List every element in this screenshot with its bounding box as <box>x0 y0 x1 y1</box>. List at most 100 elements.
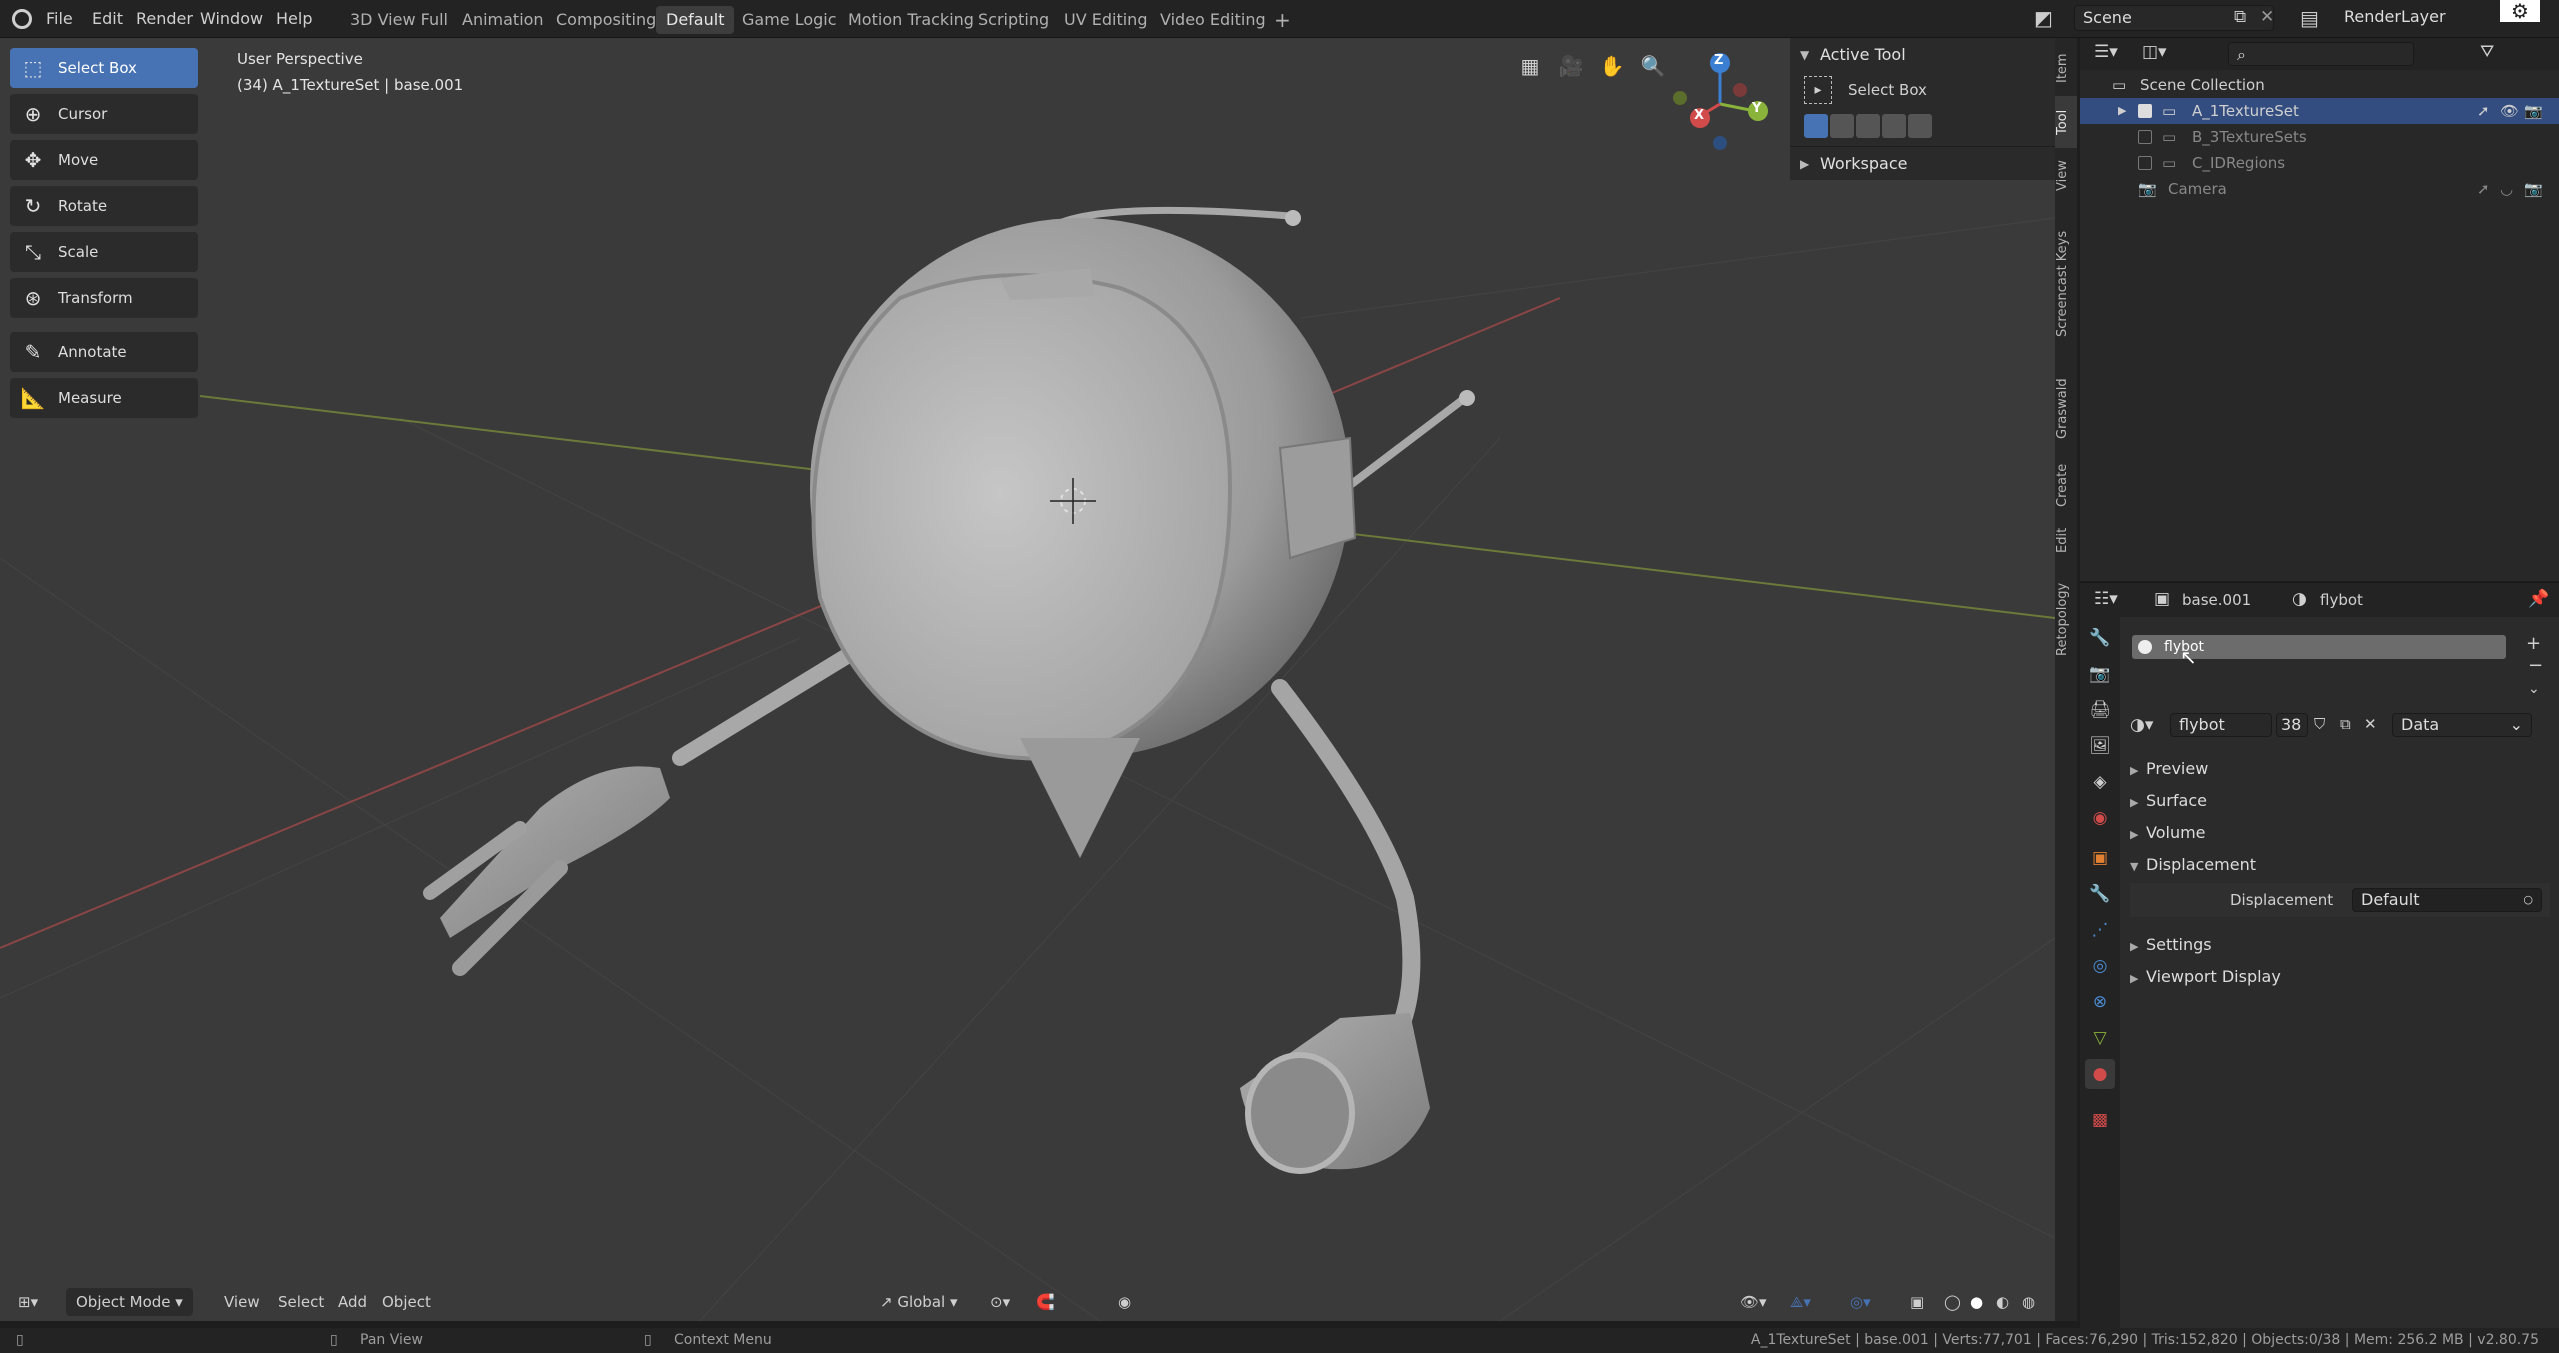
tab-animation[interactable]: Animation <box>452 6 554 34</box>
fake-user-shield-icon[interactable]: ⛉ <box>2314 715 2325 733</box>
menu-add[interactable]: Add <box>338 1283 367 1321</box>
menu-edit[interactable]: Edit <box>92 0 123 38</box>
tab-scripting[interactable]: Scripting <box>968 6 1059 34</box>
constraints-icon[interactable]: ⊗ <box>2085 987 2115 1017</box>
particles-icon[interactable]: ⋰ <box>2085 915 2115 945</box>
outliner-search-input[interactable]: ⌕ <box>2228 42 2414 66</box>
menu-window[interactable]: Window <box>200 0 263 38</box>
tab-video-editing[interactable]: Video Editing <box>1150 6 1276 34</box>
add-workspace-button[interactable]: + <box>1264 6 1301 34</box>
duplicate-icon[interactable]: ⧉ <box>2340 715 2351 733</box>
pan-hand-icon[interactable]: ✋ <box>1596 50 1628 82</box>
section-volume[interactable]: ▶ Volume <box>2130 818 2206 848</box>
tab-item[interactable]: Item <box>2055 42 2077 94</box>
view-layer-icon[interactable]: 🖼 <box>2085 731 2115 761</box>
tab-uv-editing[interactable]: UV Editing <box>1054 6 1157 34</box>
section-surface[interactable]: ▶ Surface <box>2130 786 2207 816</box>
section-viewport-display[interactable]: ▶ Viewport Display <box>2130 962 2281 992</box>
transform-orientation-dropdown[interactable]: ↗ Global ▾ <box>880 1283 958 1321</box>
camera-view-icon[interactable]: 🎥 <box>1555 50 1587 82</box>
remove-slot-icon[interactable]: − <box>2528 655 2543 676</box>
settings-gear-icon[interactable]: ⚙ <box>2500 0 2540 22</box>
section-displacement[interactable]: ▼ Displacement <box>2130 850 2256 880</box>
section-preview[interactable]: ▶ Preview <box>2130 754 2208 784</box>
world-icon[interactable]: ◉ <box>2085 803 2115 833</box>
link-dropdown[interactable]: Data ⌄ <box>2392 713 2532 737</box>
checkbox-icon[interactable] <box>2138 104 2152 118</box>
scene-icon[interactable]: ◈ <box>2085 767 2115 797</box>
pin-icon[interactable]: 📌 <box>2528 589 2549 609</box>
tab-default[interactable]: Default <box>656 6 735 34</box>
outliner-item-c-idregions[interactable]: ▭ C_IDRegions <box>2080 150 2559 176</box>
filter-icon[interactable]: ⛛ <box>2480 42 2494 62</box>
menu-file[interactable]: File <box>46 0 73 38</box>
delete-scene-icon[interactable]: ✕ <box>2260 7 2274 27</box>
add-slot-icon[interactable]: + <box>2526 633 2541 654</box>
grid-view-icon[interactable]: ▦ <box>1514 50 1546 82</box>
modifier-wrench-icon[interactable]: 🔧 <box>2085 879 2115 909</box>
menu-object[interactable]: Object <box>382 1283 431 1321</box>
tab-create[interactable]: Create <box>2055 454 2077 516</box>
outliner-item-camera[interactable]: 📷 Camera ➚ ◡ 📷 <box>2080 176 2559 202</box>
unlink-icon[interactable]: ✕ <box>2364 715 2377 733</box>
tab-edit[interactable]: Edit <box>2055 518 2077 562</box>
editor-type-icon[interactable]: ☰▾ <box>2094 42 2118 62</box>
outliner-item-b-3texturesets[interactable]: ▭ B_3TextureSets <box>2080 124 2559 150</box>
shading-material-icon[interactable]: ◐ <box>1996 1283 2009 1321</box>
mesh-data-icon[interactable]: ▽ <box>2085 1023 2115 1053</box>
tab-screencast-keys[interactable]: Screencast Keys <box>2055 204 2077 364</box>
tab-compositing[interactable]: Compositing <box>546 6 666 34</box>
active-tool-header[interactable]: ▼ Active Tool <box>1790 38 2055 72</box>
eye-icon[interactable]: 👁 <box>2500 98 2519 124</box>
outliner-item-a-1textureset[interactable]: ▶ ▭ A_1TextureSet ➚ 👁 📷 <box>2080 98 2559 124</box>
tab-graswald[interactable]: Graswald <box>2055 366 2077 452</box>
tool-annotate[interactable]: ✎ Annotate <box>10 332 198 372</box>
texture-icon[interactable]: ▩ <box>2085 1105 2115 1135</box>
select-arrow-icon[interactable]: ➚ <box>2477 176 2490 202</box>
editor-type-icon[interactable]: ☷▾ <box>2094 589 2118 609</box>
shading-wireframe-icon[interactable]: ◯ <box>1944 1283 1961 1321</box>
xray-icon[interactable]: ▣ <box>1910 1283 1924 1321</box>
tab-motion-tracking[interactable]: Motion Tracking <box>838 6 984 34</box>
tool-transform[interactable]: ⊛ Transform <box>10 278 198 318</box>
material-tab-icon[interactable]: ● <box>2085 1059 2115 1089</box>
menu-view[interactable]: View <box>224 1283 260 1321</box>
render-icon[interactable]: 📷 <box>2085 659 2115 689</box>
3d-viewport[interactable]: Z Y X ⬚ Select Box ⊕ Cursor ✥ Move ↻ Rotate … <box>0 38 2055 1321</box>
new-scene-icon[interactable]: ⧉ <box>2234 7 2246 27</box>
mode-subtract-icon[interactable] <box>1856 114 1880 138</box>
select-arrow-icon[interactable]: ➚ <box>2477 98 2490 124</box>
overlay-toggle-icon[interactable]: ◎▾ <box>1850 1283 1871 1321</box>
menu-help[interactable]: Help <box>276 0 312 38</box>
physics-icon[interactable]: ◎ <box>2085 951 2115 981</box>
pivot-icon[interactable]: ⊙▾ <box>990 1283 1010 1321</box>
tool-rotate[interactable]: ↻ Rotate <box>10 186 198 226</box>
checkbox-icon[interactable] <box>2138 130 2152 144</box>
user-count[interactable]: 38 <box>2276 713 2308 737</box>
view-layer-icon[interactable]: ▤ <box>2300 6 2319 30</box>
output-icon[interactable]: 🖨 <box>2085 695 2115 725</box>
workspace-header[interactable]: ▶ Workspace <box>1790 146 2055 180</box>
tab-tool[interactable]: Tool <box>2055 96 2077 148</box>
blender-logo-icon[interactable] <box>12 9 32 29</box>
mode-difference-icon[interactable] <box>1882 114 1906 138</box>
gizmo-toggle-icon[interactable]: ⟁▾ <box>1790 1283 1811 1321</box>
tool-measure[interactable]: 📐 Measure <box>10 378 198 418</box>
snap-icon[interactable]: 🧲 <box>1036 1283 1055 1321</box>
eye-hidden-icon[interactable]: ◡ <box>2500 176 2513 202</box>
editor-type-icon[interactable]: ⊞▾ <box>18 1283 38 1321</box>
camera-render-icon[interactable]: 📷 <box>2524 98 2543 124</box>
tab-3d-view-full[interactable]: 3D View Full <box>340 6 458 34</box>
shading-solid-icon[interactable]: ● <box>1970 1283 1983 1321</box>
proportional-edit-icon[interactable]: ◉ <box>1118 1283 1131 1321</box>
mode-set-icon[interactable] <box>1804 114 1828 138</box>
outliner-root[interactable]: ▭ Scene Collection <box>2080 72 2559 98</box>
camera-render-icon[interactable]: 📷 <box>2524 176 2543 202</box>
mode-intersect-icon[interactable] <box>1908 114 1932 138</box>
visibility-icon[interactable]: 👁▾ <box>1740 1283 1767 1321</box>
displacement-method-dropdown[interactable]: Default ○ <box>2352 888 2542 912</box>
zoom-icon[interactable]: 🔍 <box>1637 50 1669 82</box>
checkbox-icon[interactable] <box>2138 156 2152 170</box>
menu-render[interactable]: Render <box>136 0 193 38</box>
tool-move[interactable]: ✥ Move <box>10 140 198 180</box>
